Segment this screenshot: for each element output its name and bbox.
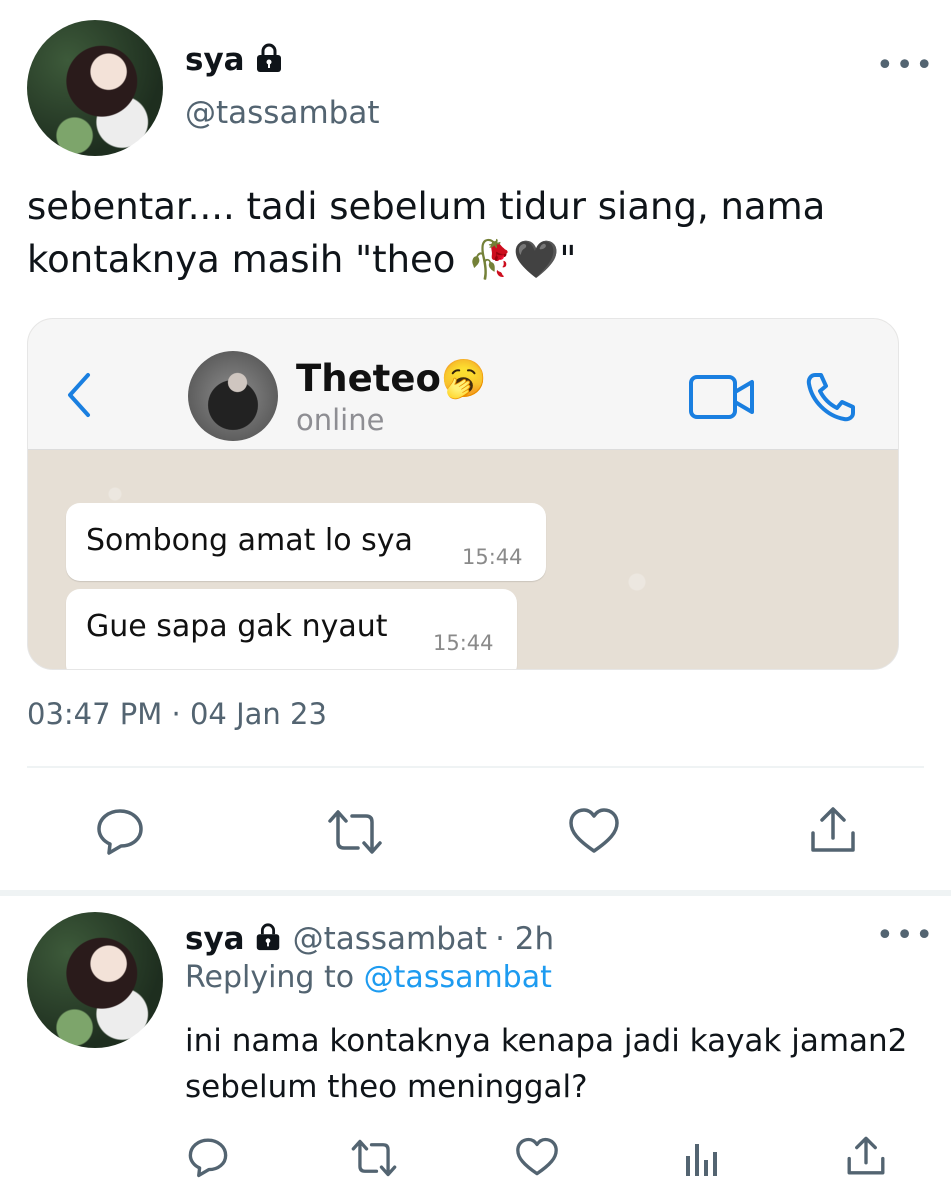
reply-icon[interactable] xyxy=(187,1136,229,1182)
tweet-timestamp[interactable]: 03:47 PM · 04 Jan 23 xyxy=(27,697,327,731)
message-text: Gue sapa gak nyaut xyxy=(86,609,388,644)
contact-status: online xyxy=(296,403,385,437)
tweet-text-line1: sebentar.... tadi sebelum tidur siang, n… xyxy=(27,185,826,228)
analytics-icon[interactable] xyxy=(684,1138,720,1182)
more-options-icon[interactable]: ••• xyxy=(876,918,935,953)
chat-header: Theteo🥱 online xyxy=(28,319,898,450)
attached-image[interactable]: Theteo🥱 online Sombong amat lo sya 15:44… xyxy=(27,318,899,670)
message-bubble: Sombong amat lo sya 15:44 xyxy=(66,503,546,581)
reply-text-line2: sebelum theo meninggal? xyxy=(185,1069,588,1105)
video-call-icon xyxy=(688,374,756,424)
replying-to-handle-link[interactable]: @tassambat xyxy=(364,960,552,995)
back-icon xyxy=(64,371,94,423)
reply-text-line1: ini nama kontaknya kenapa jadi kayak jam… xyxy=(185,1023,908,1059)
like-icon[interactable] xyxy=(568,807,620,859)
contact-name: Theteo🥱 xyxy=(296,357,487,400)
like-icon[interactable] xyxy=(515,1137,559,1181)
divider xyxy=(27,766,924,768)
share-icon[interactable] xyxy=(845,1135,887,1181)
author-name[interactable]: sya xyxy=(185,42,245,78)
message-bubble: Gue sapa gak nyaut 15:44 xyxy=(66,589,517,669)
author-handle[interactable]: @tassambat xyxy=(185,95,379,131)
reply-author-avatar[interactable] xyxy=(27,912,163,1048)
message-time: 15:44 xyxy=(462,545,523,569)
replying-to: Replying to @tassambat xyxy=(185,960,552,995)
message-time: 15:44 xyxy=(433,631,494,655)
retweet-icon[interactable] xyxy=(326,808,384,860)
reply-author-handle[interactable]: @tassambat xyxy=(293,921,487,957)
replying-to-prefix: Replying to xyxy=(185,960,364,995)
retweet-icon[interactable] xyxy=(350,1138,398,1182)
reply-author-name[interactable]: sya xyxy=(185,921,245,957)
reply-text: ini nama kontaknya kenapa jadi kayak jam… xyxy=(185,1018,907,1110)
lock-icon xyxy=(253,922,283,956)
reply-icon[interactable] xyxy=(95,806,145,860)
message-text: Sombong amat lo sya xyxy=(86,523,413,558)
lock-icon xyxy=(253,42,285,78)
author-name-row[interactable]: sya xyxy=(185,40,285,80)
tweet-text: sebentar.... tadi sebelum tidur siang, n… xyxy=(27,180,927,286)
phone-icon xyxy=(803,369,859,429)
more-options-icon[interactable]: ••• xyxy=(876,48,935,83)
reply-age: · 2h xyxy=(495,921,555,957)
section-separator xyxy=(0,890,951,896)
author-avatar[interactable] xyxy=(27,20,163,156)
reply-header: sya @tassambat · 2h xyxy=(185,918,554,960)
share-icon[interactable] xyxy=(808,805,858,859)
tweet-text-line2: kontaknya masih "theo 🥀🖤" xyxy=(27,238,577,281)
contact-avatar xyxy=(188,351,278,441)
